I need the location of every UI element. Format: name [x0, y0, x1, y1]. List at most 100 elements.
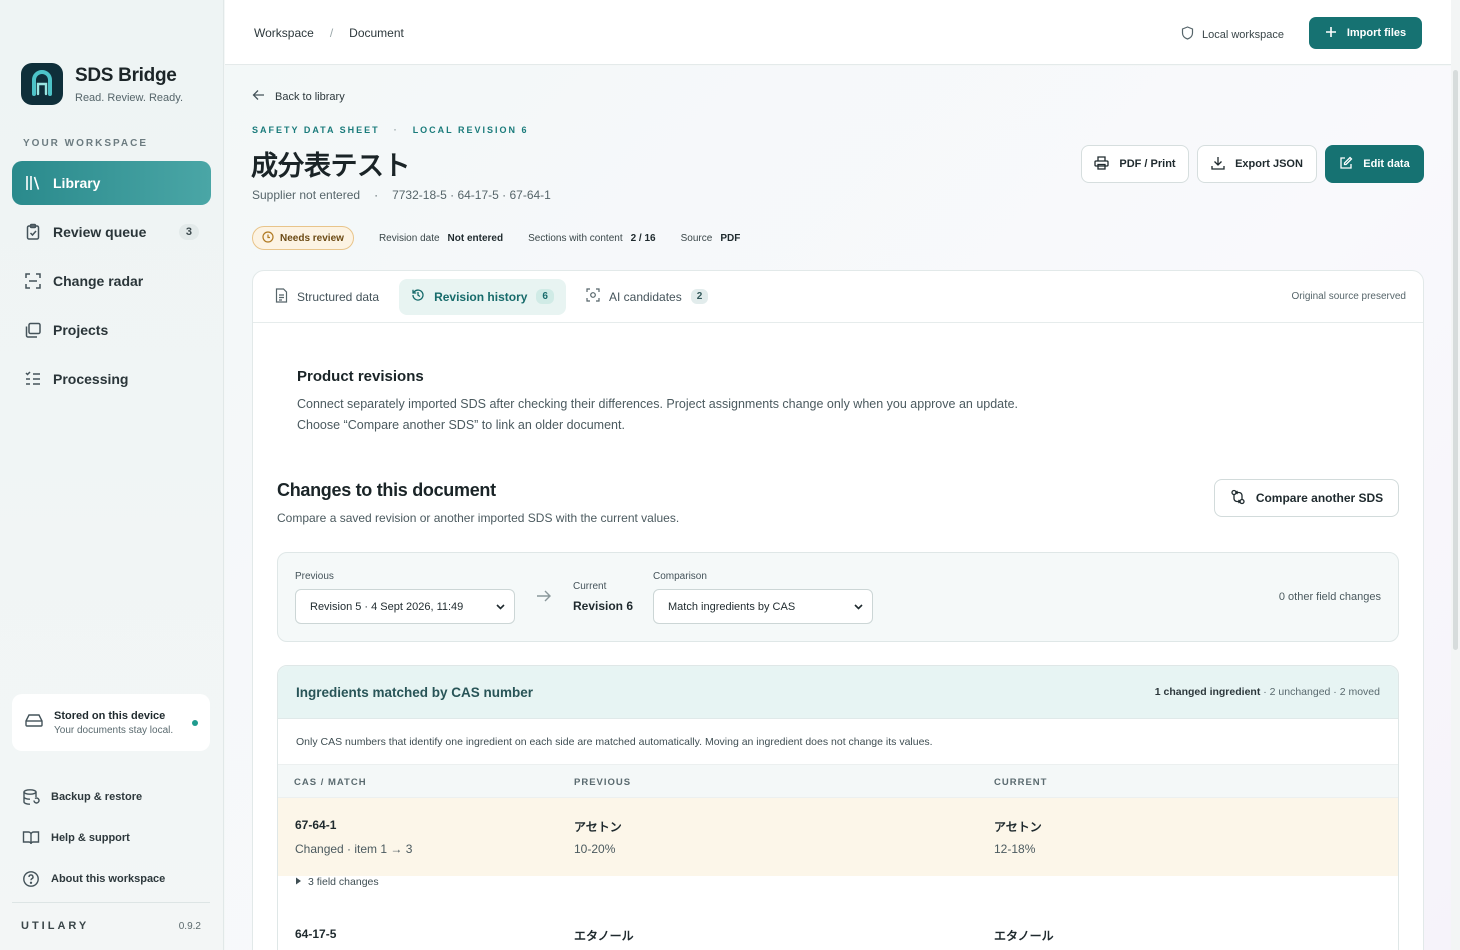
back-to-library-link[interactable]: Back to library [252, 89, 345, 104]
sections-with-content: Sections with content 2 / 16 [528, 233, 656, 244]
pdf-print-label: PDF / Print [1119, 158, 1176, 170]
page-scrollbar[interactable] [1451, 0, 1460, 950]
storage-status-card: Stored on this device Your documents sta… [12, 694, 210, 751]
app-logo-icon [21, 63, 63, 105]
field-changes-label: 3 field changes [308, 876, 379, 888]
plus-icon [1325, 26, 1337, 41]
document-eyebrow: SAFETY DATA SHEET · LOCAL REVISION 6 [252, 125, 529, 135]
source-label: Source [680, 232, 713, 244]
link-label: About this workspace [51, 872, 166, 885]
comparison-mode-select[interactable]: Match ingredients by CAS [653, 589, 873, 624]
link-label: Help & support [51, 831, 130, 844]
tab-label: Structured data [297, 289, 380, 304]
comparison-mode-value: Match ingredients by CAS [668, 600, 796, 613]
table-row-changed: 67-64-1 Changed · item 1 → 3 アセトン 10-20%… [278, 798, 1398, 907]
app-version: 0.9.2 [178, 921, 201, 932]
comparison-controls: Previous Revision 5 · 4 Sept 2026, 11:49… [277, 552, 1399, 642]
caret-right-icon [295, 876, 302, 888]
sidebar-item-label: Change radar [53, 273, 144, 289]
breadcrumb-separator: / [329, 26, 334, 40]
storage-subtitle: Your documents stay local. [54, 724, 174, 736]
review-count-badge: 3 [178, 224, 199, 240]
import-files-button[interactable]: Import files [1309, 17, 1422, 49]
previous-revision-value: Revision 5 · 4 Sept 2026, 11:49 [310, 600, 464, 613]
match-status: Changed · item 1 → 3 [295, 842, 413, 856]
sidebar-divider [12, 902, 210, 903]
clipboard-icon [24, 223, 42, 241]
source-value: PDF [720, 232, 741, 244]
edit-data-button[interactable]: Edit data [1325, 145, 1424, 183]
breadcrumb-workspace[interactable]: Workspace [254, 26, 314, 40]
sidebar-item-review-queue[interactable]: Review queue 3 [12, 210, 211, 254]
history-icon [411, 288, 425, 305]
back-label: Back to library [275, 90, 345, 103]
brand-name: SDS Bridge [75, 64, 177, 86]
ingredients-header: Ingredients matched by CAS number 1 chan… [278, 666, 1398, 719]
meta-separator: · [374, 188, 379, 202]
tab-structured-data[interactable]: Structured data [263, 279, 391, 315]
help-support-link[interactable]: Help & support [22, 817, 165, 858]
export-json-label: Export JSON [1235, 158, 1303, 170]
pdf-print-button[interactable]: PDF / Print [1081, 145, 1189, 183]
footer-brand: UTILARY [21, 920, 90, 932]
changed-count: 1 changed ingredient [1154, 686, 1261, 698]
product-revisions-title: Product revisions [297, 368, 424, 385]
field-changes-toggle[interactable]: 3 field changes [295, 876, 379, 888]
sidebar-nav: Library Review queue 3 Change radar Proj… [12, 161, 211, 406]
document-type: SAFETY DATA SHEET [252, 125, 380, 135]
download-icon [1211, 156, 1225, 173]
page-title: 成分表テスト [251, 151, 411, 181]
import-files-label: Import files [1346, 27, 1407, 39]
column-previous: PREVIOUS [574, 777, 632, 788]
summary-rest: · 2 unchanged · 2 moved [1260, 686, 1380, 698]
compare-icon [1230, 489, 1246, 508]
changes-title: Changes to this document [277, 480, 496, 500]
arrow-left-icon [252, 89, 265, 104]
export-json-button[interactable]: Export JSON [1197, 145, 1317, 183]
local-workspace-indicator: Local workspace [1181, 26, 1284, 43]
radar-icon [24, 272, 42, 290]
description-line: Connect separately imported SDS after ch… [297, 397, 1019, 411]
sidebar-secondary-links: Backup & restore Help & support About th… [22, 776, 165, 899]
tab-ai-candidates[interactable]: AI candidates 2 [574, 279, 720, 315]
question-icon [22, 870, 40, 888]
database-icon [22, 788, 40, 806]
clock-icon [262, 230, 274, 246]
brand-tagline: Read. Review. Ready. [75, 91, 184, 104]
document-revision: LOCAL REVISION 6 [412, 125, 529, 135]
product-revisions-description: Connect separately imported SDS after ch… [297, 394, 1018, 436]
cas-list: 7732-18-5 · 64-17-5 · 67-64-1 [392, 188, 551, 202]
list-icon [24, 370, 42, 388]
current-name: アセトン [994, 820, 1042, 834]
about-workspace-link[interactable]: About this workspace [22, 858, 165, 899]
revision-date: Revision date Not entered [379, 233, 503, 244]
compare-another-sds-button[interactable]: Compare another SDS [1214, 479, 1399, 517]
sidebar-item-library[interactable]: Library [12, 161, 211, 205]
drive-icon [24, 711, 44, 734]
supplier: Supplier not entered [252, 188, 361, 202]
brand[interactable]: SDS Bridge Read. Review. Ready. [21, 63, 183, 105]
sidebar-item-projects[interactable]: Projects [12, 308, 211, 352]
other-field-changes: 0 other field changes [1278, 591, 1381, 603]
sidebar-item-processing[interactable]: Processing [12, 357, 211, 401]
compare-button-label: Compare another SDS [1255, 491, 1384, 505]
previous-revision-select[interactable]: Revision 5 · 4 Sept 2026, 11:49 [295, 589, 515, 624]
current-label: Current [573, 581, 607, 592]
tab-bar: Structured data Revision history 6 AI ca… [253, 271, 1423, 323]
sections-value: 2 / 16 [630, 232, 656, 244]
backup-restore-link[interactable]: Backup & restore [22, 776, 165, 817]
arrow-right-icon [536, 589, 552, 608]
revision-date-label: Revision date [378, 232, 440, 244]
description-line: Choose “Compare another SDS” to link an … [297, 418, 625, 432]
tab-revision-history[interactable]: Revision history 6 [399, 278, 566, 315]
folders-icon [24, 321, 42, 339]
breadcrumb: Workspace / Document [254, 26, 404, 40]
edit-data-label: Edit data [1363, 158, 1410, 170]
column-current: CURRENT [994, 777, 1048, 788]
sidebar-item-label: Projects [53, 322, 109, 338]
changes-subtitle: Compare a saved revision or another impo… [277, 511, 680, 525]
sidebar-item-change-radar[interactable]: Change radar [12, 259, 211, 303]
local-workspace-label: Local workspace [1202, 28, 1284, 41]
row-detail-area [278, 876, 1398, 907]
status-dot [192, 720, 198, 726]
